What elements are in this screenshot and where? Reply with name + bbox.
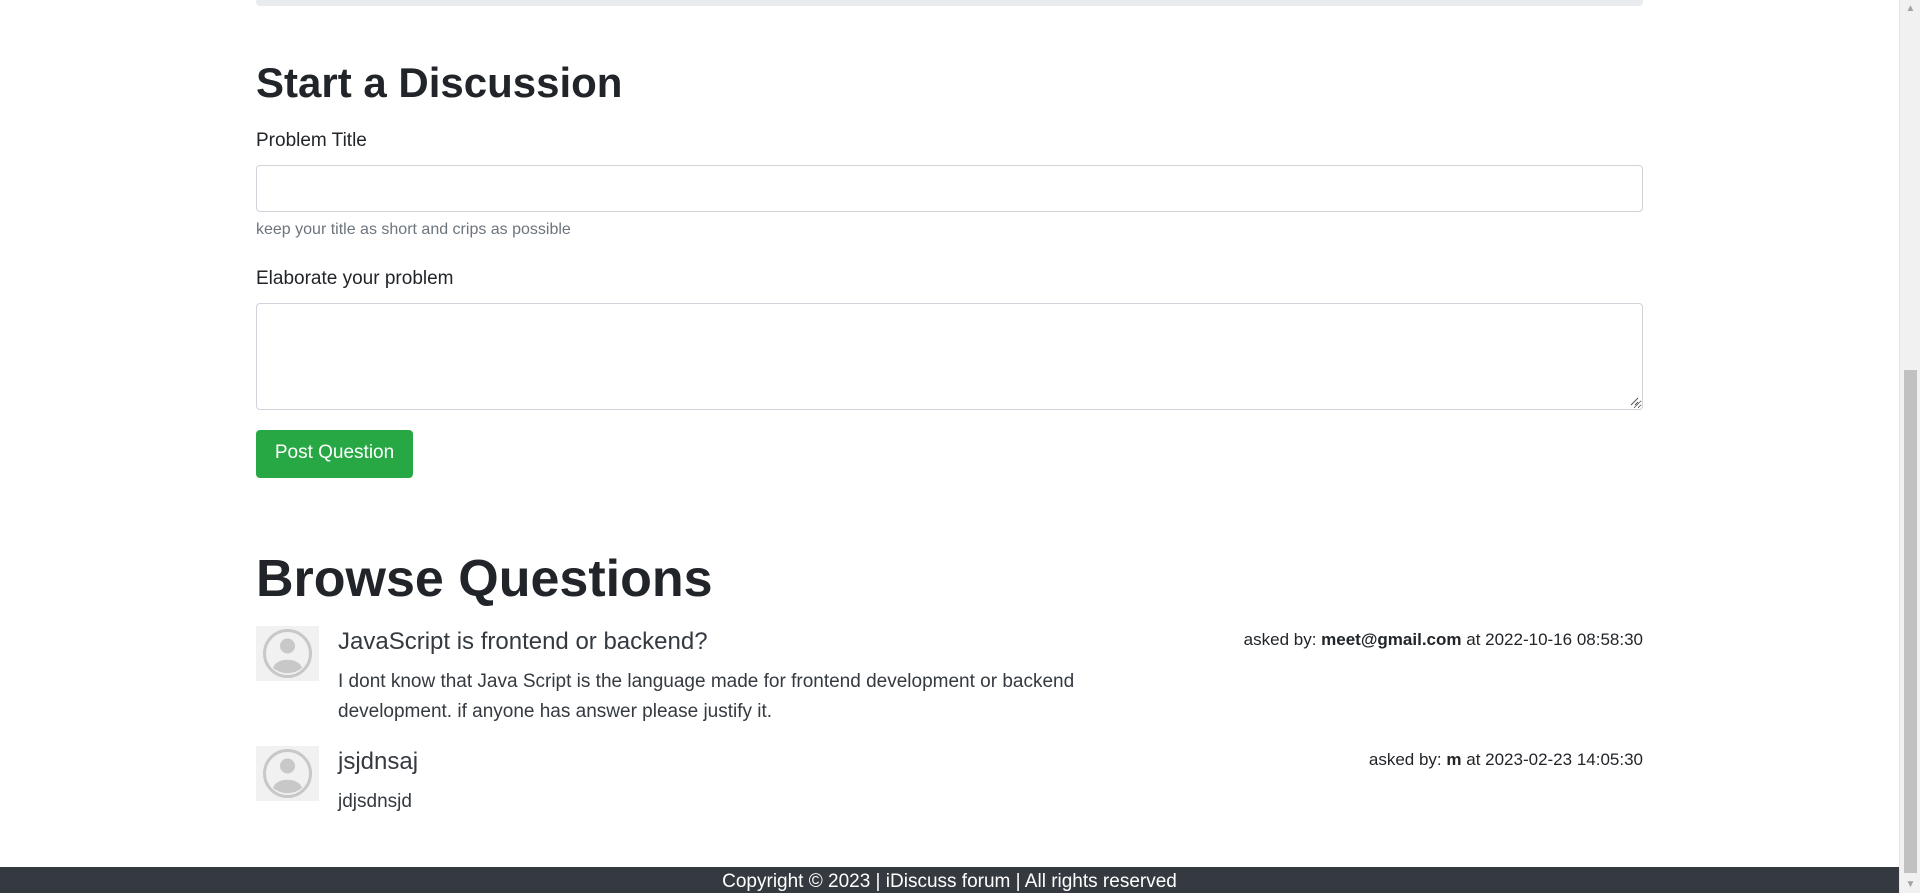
- question-meta: asked by: meet@gmail.com at 2022-10-16 0…: [1244, 630, 1643, 650]
- question-meta: asked by: m at 2023-02-23 14:05:30: [1369, 750, 1643, 770]
- problem-title-help-text: keep your title as short and crips as po…: [256, 221, 571, 238]
- asked-by-label: asked by:: [1368, 750, 1442, 769]
- problem-title-input[interactable]: [256, 165, 1643, 212]
- elaborate-problem-label: Elaborate your problem: [256, 268, 454, 289]
- asked-at-timestamp: at 2023-02-23 14:05:30: [1466, 750, 1643, 769]
- problem-title-label: Problem Title: [256, 130, 367, 151]
- page-content: Start a Discussion Problem Title keep yo…: [0, 0, 1899, 893]
- scroll-down-arrow-icon[interactable]: ▼: [1900, 876, 1920, 893]
- user-avatar-icon: [256, 746, 319, 801]
- scrollbar-thumb[interactable]: [1904, 370, 1917, 873]
- scroll-up-arrow-icon[interactable]: ▲: [1900, 0, 1920, 17]
- asked-by-label: asked by:: [1243, 630, 1317, 649]
- question-description: jdjsdnsjd: [338, 791, 412, 812]
- vertical-scrollbar[interactable]: ▲ ▼: [1899, 0, 1920, 893]
- asked-at-timestamp: at 2022-10-16 08:58:30: [1466, 630, 1643, 649]
- browse-questions-heading: Browse Questions: [256, 550, 713, 608]
- question-item: JavaScript is frontend or backend? I don…: [256, 626, 1643, 726]
- page-footer: Copyright © 2023 | iDiscuss forum | All …: [0, 867, 1899, 893]
- question-title-link[interactable]: JavaScript is frontend or backend?: [338, 628, 708, 656]
- asked-by-user: m: [1446, 750, 1462, 769]
- user-avatar-icon: [256, 626, 319, 681]
- asked-by-user: meet@gmail.com: [1321, 630, 1462, 649]
- question-title-link[interactable]: jsjdnsaj: [338, 748, 418, 776]
- post-question-button[interactable]: Post Question: [256, 430, 413, 478]
- footer-copyright-text: Copyright © 2023 | iDiscuss forum | All …: [722, 871, 1177, 892]
- problem-description-wrapper: [256, 303, 1643, 410]
- start-discussion-heading: Start a Discussion: [256, 59, 623, 106]
- question-item: jsjdnsaj jdjsdnsjd asked by: m at 2023-0…: [256, 746, 1643, 826]
- browser-viewport: Start a Discussion Problem Title keep yo…: [0, 0, 1920, 893]
- question-description: I dont know that Java Script is the lang…: [338, 671, 1075, 722]
- problem-description-textarea[interactable]: [256, 303, 1643, 410]
- previous-section-strip: [256, 0, 1643, 6]
- resize-grip-icon[interactable]: [1629, 396, 1639, 406]
